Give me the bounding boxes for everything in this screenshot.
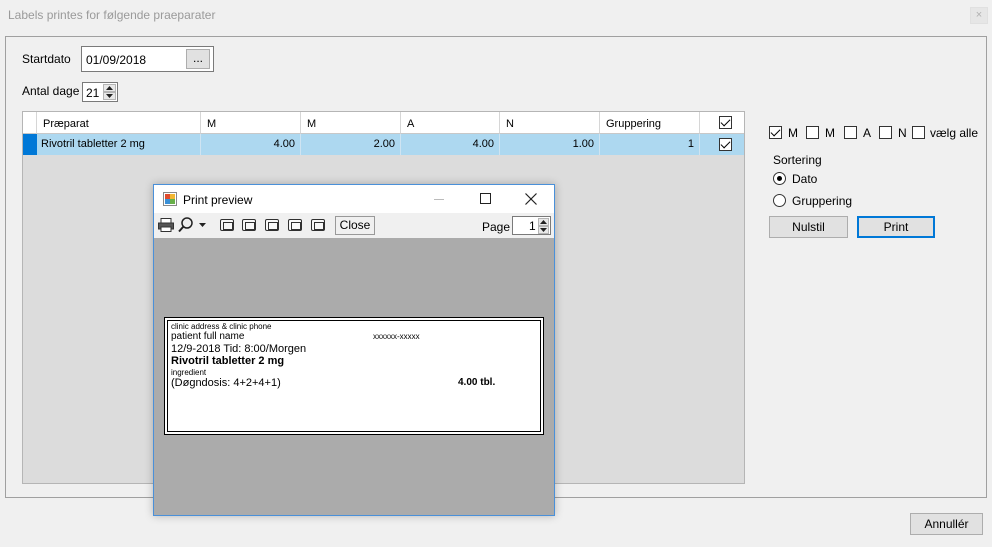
antal-dage-value: 21: [86, 86, 100, 100]
cell-m2[interactable]: 2.00: [301, 134, 401, 155]
filter-m1-label: M: [788, 126, 798, 140]
maximize-button[interactable]: [476, 189, 496, 209]
arrow-up-icon: [106, 86, 113, 90]
label-patient: patient full name: [171, 331, 245, 342]
minimize-icon: [434, 199, 444, 200]
sortering-label: Sortering: [773, 153, 822, 167]
column-header-n[interactable]: N: [500, 112, 600, 134]
label-clinic: clinic address & clinic phone: [171, 322, 272, 331]
zoom-icon[interactable]: [178, 217, 194, 233]
four-pages-icon[interactable]: [288, 219, 302, 231]
startdato-label: Startdato: [22, 52, 71, 66]
print-preview-title: Print preview: [183, 193, 253, 207]
sort-dato-radio[interactable]: [773, 172, 786, 185]
label-date-time: 12/9-2018 Tid: 8:00/Morgen: [171, 343, 307, 355]
row-selector[interactable]: [23, 134, 37, 155]
close-icon: [525, 193, 537, 205]
cell-a[interactable]: 4.00: [401, 134, 500, 155]
grid-row-header-corner: [23, 112, 37, 134]
page-up-button[interactable]: [538, 218, 549, 226]
window-close-button[interactable]: ×: [970, 7, 988, 24]
annuller-button[interactable]: Annullér: [910, 513, 983, 535]
cell-praeparat[interactable]: Rivotril tabletter 2 mg: [37, 134, 201, 155]
print-preview-window: Print preview Close Page 1 clinic addres…: [153, 184, 555, 516]
print-preview-toolbar: Close Page 1: [154, 213, 554, 238]
preview-close-button[interactable]: Close: [335, 216, 375, 235]
startdato-field[interactable]: 01/09/2018 ...: [81, 46, 214, 72]
sort-dato-label: Dato: [792, 172, 818, 186]
filter-m2-checkbox[interactable]: [806, 126, 819, 139]
filter-n-checkbox[interactable]: [879, 126, 892, 139]
cell-m1[interactable]: 4.00: [201, 134, 301, 155]
label-amount: 4.00 tbl.: [458, 377, 496, 388]
nulstil-button[interactable]: Nulstil: [769, 216, 848, 238]
page-number-value: 1: [529, 219, 536, 233]
column-header-praeparat[interactable]: Præparat: [37, 112, 201, 134]
cell-gruppering[interactable]: 1: [600, 134, 700, 155]
sort-gruppering-label: Gruppering: [792, 194, 853, 208]
column-header-a[interactable]: A: [401, 112, 500, 134]
column-header-gruppering[interactable]: Gruppering: [600, 112, 700, 134]
title-bar: Labels printes for følgende praeparater …: [0, 0, 992, 32]
filter-a-checkbox[interactable]: [844, 126, 857, 139]
cell-check[interactable]: [700, 134, 744, 155]
window-title: Labels printes for følgende praeparater: [8, 8, 216, 22]
arrow-up-icon: [540, 220, 547, 224]
page-down-button[interactable]: [538, 226, 549, 234]
two-pages-icon[interactable]: [242, 219, 256, 231]
column-header-m2[interactable]: M: [301, 112, 401, 134]
column-header-m1[interactable]: M: [201, 112, 301, 134]
antal-dage-stepper[interactable]: 21: [82, 82, 118, 102]
six-pages-icon[interactable]: [311, 219, 325, 231]
filter-m2-label: M: [825, 126, 835, 140]
maximize-icon: [480, 193, 491, 204]
page-number-stepper[interactable]: 1: [512, 216, 551, 235]
cell-n[interactable]: 1.00: [500, 134, 600, 155]
label-ingredient: ingredient: [171, 368, 207, 377]
page-label: Page: [482, 220, 511, 234]
print-preview-app-icon: [163, 192, 177, 206]
select-all-checkbox[interactable]: [719, 116, 732, 129]
label-dose: (Døgndosis: 4+2+4+1): [171, 377, 281, 389]
row-checkbox[interactable]: [719, 138, 732, 151]
printer-icon[interactable]: [158, 218, 174, 232]
antal-dage-label: Antal dage: [22, 84, 80, 98]
vaelg-alle-checkbox[interactable]: [912, 126, 925, 139]
three-pages-icon[interactable]: [265, 219, 279, 231]
minimize-button[interactable]: [430, 189, 450, 209]
date-browse-button[interactable]: ...: [186, 49, 210, 69]
vaelg-alle-label: vælg alle: [930, 126, 979, 140]
label-border: clinic address & clinic phone patient fu…: [167, 320, 541, 432]
stepper-down-button[interactable]: [103, 92, 116, 100]
arrow-down-icon: [540, 228, 547, 232]
arrow-down-icon: [106, 94, 113, 98]
preview-close-x-button[interactable]: [521, 189, 541, 209]
label-drug: Rivotril tabletter 2 mg: [171, 355, 285, 367]
label-page: clinic address & clinic phone patient fu…: [164, 317, 544, 435]
print-button[interactable]: Print: [857, 216, 935, 238]
preview-area: clinic address & clinic phone patient fu…: [154, 238, 554, 515]
label-cpr: xxxxxx-xxxxx: [373, 332, 420, 341]
sort-gruppering-radio[interactable]: [773, 194, 786, 207]
one-page-icon[interactable]: [220, 219, 234, 231]
zoom-dropdown-icon[interactable]: [199, 223, 206, 227]
filter-m1-checkbox[interactable]: [769, 126, 782, 139]
filter-a-label: A: [863, 126, 872, 140]
filter-n-label: N: [898, 126, 907, 140]
column-header-check[interactable]: [700, 112, 744, 134]
stepper-up-button[interactable]: [103, 84, 116, 92]
startdato-value: 01/09/2018: [86, 53, 147, 67]
